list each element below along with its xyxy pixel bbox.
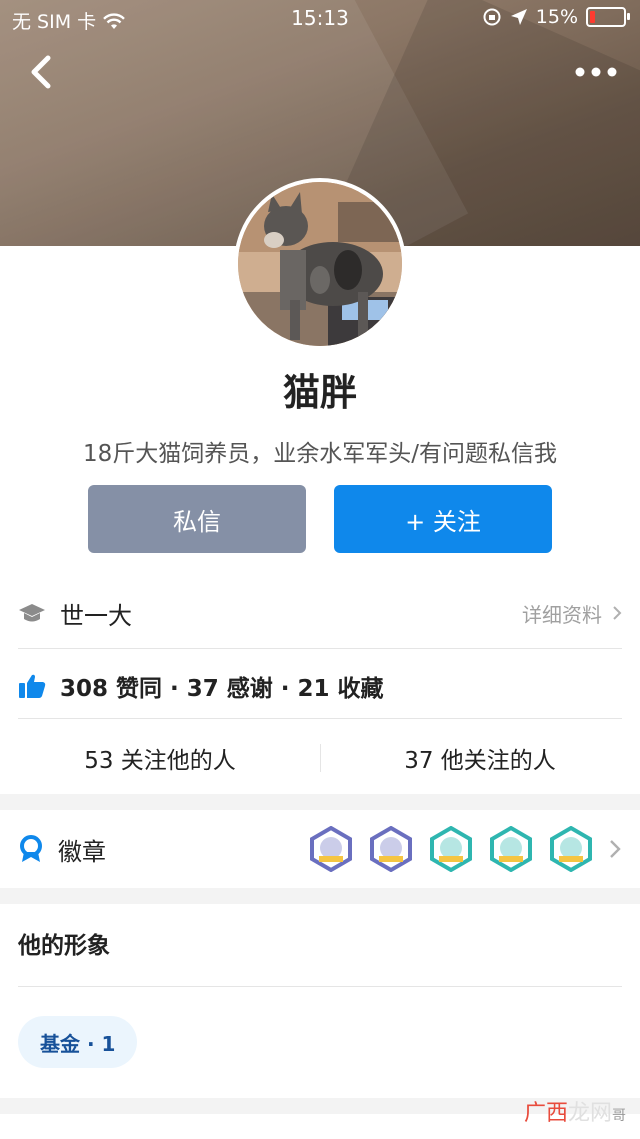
cat-photo bbox=[238, 182, 402, 346]
detail-profile-label: 详细资料 bbox=[522, 602, 602, 627]
badge-icon bbox=[310, 826, 352, 872]
watermark-dark: 龙网 bbox=[567, 1101, 612, 1126]
school-name: 世一大 bbox=[60, 601, 132, 630]
section-gap bbox=[0, 888, 640, 904]
chevron-right-icon bbox=[610, 840, 621, 858]
education-row[interactable]: 世一大 详细资料 bbox=[18, 580, 622, 646]
profile-name: 猫胖 bbox=[283, 371, 357, 414]
badge-icon bbox=[550, 826, 592, 872]
battery-percent: 15% bbox=[535, 6, 578, 28]
stats-text: 308 赞同 · 37 感谢 · 21 收藏 bbox=[60, 676, 384, 702]
battery-level bbox=[590, 11, 595, 23]
image-section-title: 他的形象 bbox=[18, 933, 110, 959]
watermark-red: 广西 bbox=[523, 1101, 568, 1126]
more-button[interactable] bbox=[574, 56, 618, 88]
section-gap bbox=[0, 794, 640, 810]
divider bbox=[18, 718, 622, 719]
message-button[interactable]: 私信 bbox=[88, 485, 306, 553]
chevron-right-icon bbox=[613, 606, 622, 620]
follow-counts: 53 关注他的人 37 他关注的人 bbox=[0, 724, 640, 792]
following-count[interactable]: 37 他关注的人 bbox=[320, 724, 640, 792]
topic-tag[interactable]: 基金 · 1 bbox=[18, 1016, 138, 1068]
badges-row[interactable]: 徽章 bbox=[18, 812, 622, 886]
location-arrow-icon bbox=[510, 9, 527, 25]
divider bbox=[18, 986, 622, 987]
badge-icon bbox=[490, 826, 532, 872]
more-icon bbox=[575, 67, 617, 77]
divider bbox=[18, 648, 622, 649]
badge-icon bbox=[430, 826, 472, 872]
orientation-lock-icon bbox=[483, 8, 501, 26]
followers-count[interactable]: 53 关注他的人 bbox=[0, 724, 320, 792]
graduation-cap-icon bbox=[19, 604, 45, 622]
badge-ribbon-icon bbox=[20, 835, 42, 862]
avatar[interactable] bbox=[234, 178, 406, 350]
achievement-stats: 308 赞同 · 37 感谢 · 21 收藏 bbox=[18, 654, 622, 718]
watermark-small: 哥 bbox=[612, 1108, 626, 1124]
thumbs-up-icon bbox=[19, 674, 46, 698]
status-right: 15% bbox=[482, 6, 630, 28]
follow-button[interactable]: + 关注 bbox=[334, 485, 552, 553]
badges-title: 徽章 bbox=[58, 837, 106, 866]
badge-icon bbox=[370, 826, 412, 872]
watermark: 广西龙网哥 bbox=[524, 1095, 626, 1127]
back-button[interactable] bbox=[22, 52, 62, 92]
detail-profile-link[interactable]: 详细资料 bbox=[522, 599, 622, 628]
battery-icon bbox=[586, 7, 630, 27]
badge-list bbox=[308, 826, 594, 872]
profile-bio: 18斤大猫饲养员，业余水军军头/有问题私信我 bbox=[82, 441, 557, 467]
chevron-left-icon bbox=[31, 55, 51, 89]
status-bar: 无 SIM 卡 15:13 15% bbox=[0, 0, 640, 36]
